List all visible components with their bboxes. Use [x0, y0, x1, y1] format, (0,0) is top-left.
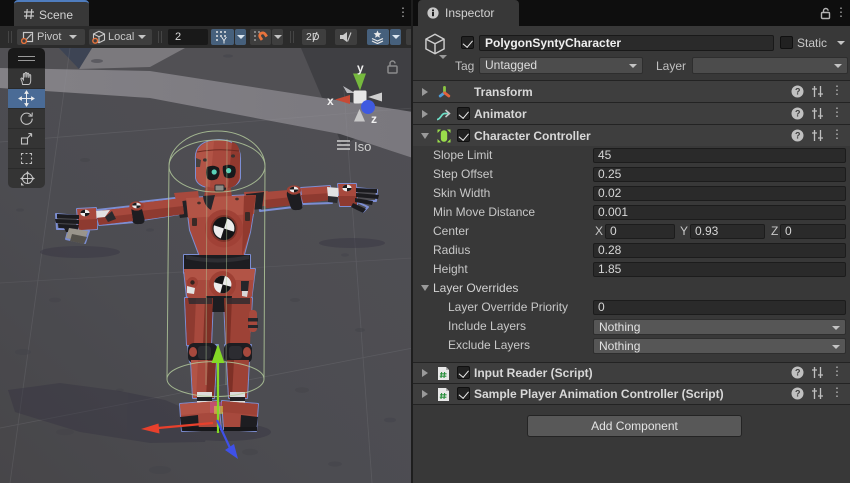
svg-text:?: ?: [795, 368, 801, 378]
svg-text:Iso: Iso: [354, 139, 371, 154]
svg-text:?: ?: [795, 389, 801, 399]
svg-text:?: ?: [795, 87, 801, 97]
svg-text:Y: Y: [221, 36, 227, 45]
svg-text:?: ?: [795, 131, 801, 141]
svg-text:y: y: [357, 61, 364, 75]
svg-text:?: ?: [795, 109, 801, 119]
svg-text:z: z: [371, 112, 377, 126]
svg-text:x: x: [327, 94, 334, 108]
